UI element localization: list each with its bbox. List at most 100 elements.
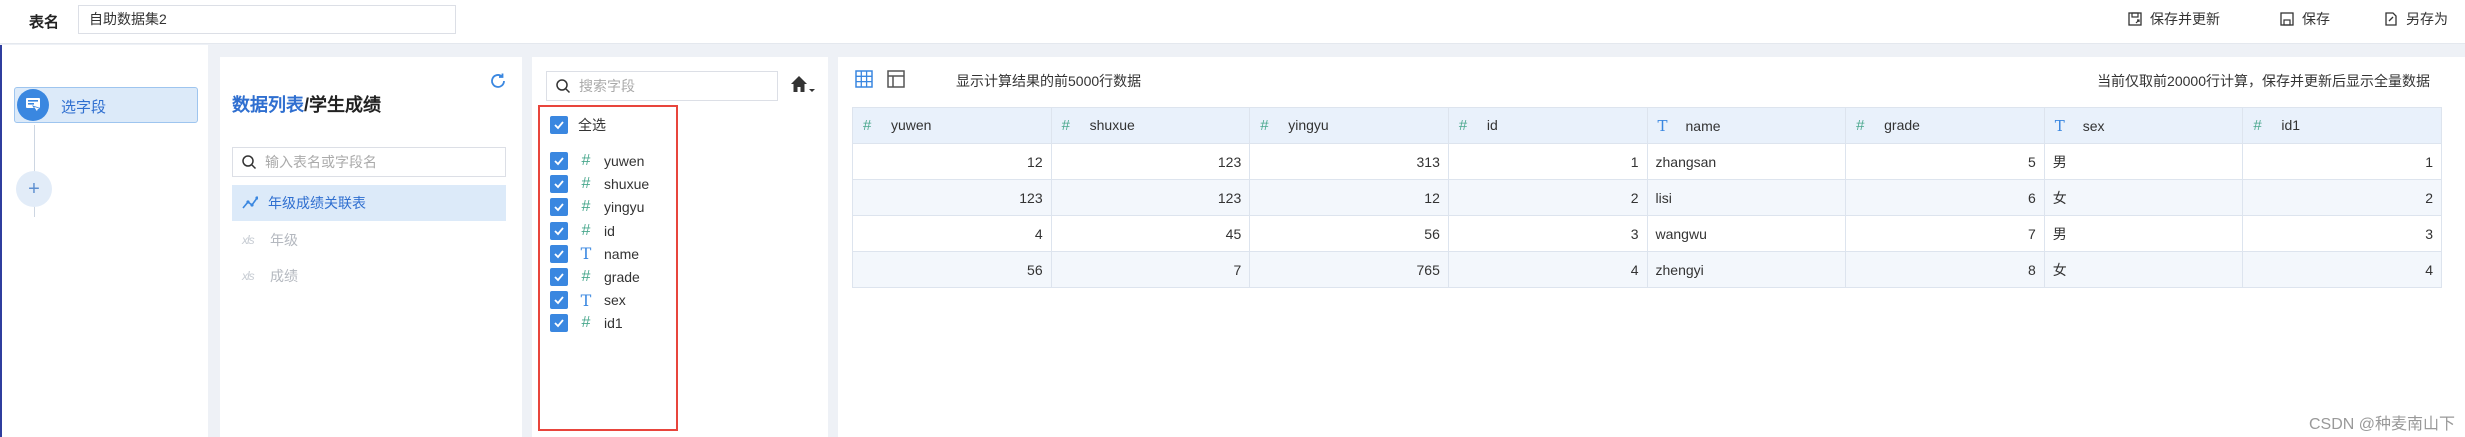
field-search-input[interactable]: 搜索字段 bbox=[546, 71, 778, 101]
number-type-icon: # bbox=[581, 221, 591, 239]
table-cell: 7 bbox=[1050, 251, 1251, 288]
table-search-placeholder: 输入表名或字段名 bbox=[265, 154, 377, 170]
table-cell: 2 bbox=[1447, 179, 1648, 216]
refresh-icon[interactable] bbox=[488, 71, 508, 91]
field-search-placeholder: 搜索字段 bbox=[579, 78, 635, 94]
table-cell: 56 bbox=[852, 251, 1052, 288]
column-header-yuwen[interactable]: # yuwen bbox=[852, 107, 1052, 144]
table-name-input[interactable]: 自助数据集2 bbox=[78, 5, 456, 34]
column-header-id[interactable]: # id bbox=[1447, 107, 1648, 144]
number-type-icon: # bbox=[581, 314, 591, 332]
column-header-shuxue[interactable]: # shuxue bbox=[1050, 107, 1251, 144]
checkbox-checked-icon bbox=[550, 268, 568, 286]
table-cell: 56 bbox=[1249, 215, 1449, 252]
table-name-label: 表名 bbox=[29, 14, 60, 31]
checkbox-checked-icon bbox=[550, 175, 568, 194]
text-type-icon: T bbox=[1657, 116, 1668, 135]
table-cell: 女 bbox=[2043, 251, 2244, 288]
text-type-icon: T bbox=[2054, 116, 2065, 135]
table-cell: 3 bbox=[2242, 215, 2442, 252]
data-list-panel: 数据列表/学生成绩 输入表名或字段名 年级成绩关联表 xls 年级 xls 成绩 bbox=[220, 57, 522, 437]
column-header-name[interactable]: Tname bbox=[1646, 107, 1847, 144]
relation-icon bbox=[242, 196, 258, 209]
table-cell: 男 bbox=[2043, 143, 2244, 180]
table-cell: 3 bbox=[1447, 215, 1648, 252]
field-label: id1 bbox=[604, 315, 623, 332]
xls-icon: xls bbox=[242, 269, 255, 283]
save-as-icon bbox=[2385, 12, 2397, 26]
save-button[interactable]: 保存 bbox=[2279, 9, 2330, 29]
save-update-label: 保存并更新 bbox=[2150, 11, 2220, 27]
layout-view-icon[interactable] bbox=[886, 69, 906, 89]
step-select-fields[interactable]: 选字段 bbox=[14, 87, 198, 123]
list-item-label: 年级成绩关联表 bbox=[268, 195, 366, 211]
table-cell: 313 bbox=[1249, 143, 1449, 180]
preview-info-text: 显示计算结果的前5000行数据 bbox=[956, 73, 1142, 89]
number-type-icon: # bbox=[1458, 117, 1468, 134]
table-cell: wangwu bbox=[1646, 215, 1847, 252]
column-label: grade bbox=[1884, 117, 1920, 133]
table-cell: 6 bbox=[1845, 179, 2045, 216]
field-checkbox-grade[interactable]: # grade bbox=[550, 265, 640, 289]
number-type-icon: # bbox=[581, 268, 591, 285]
field-label: yuwen bbox=[604, 153, 645, 169]
number-type-icon: # bbox=[863, 117, 872, 134]
table-cell: 5 bbox=[1845, 143, 2045, 180]
table-cell: 1 bbox=[2242, 143, 2442, 180]
checkbox-checked-icon bbox=[550, 291, 568, 310]
add-step-button[interactable]: + bbox=[16, 171, 52, 207]
field-label: name bbox=[604, 245, 640, 262]
field-checkbox-yingyu[interactable]: # yingyu bbox=[550, 195, 644, 219]
table-cell: 45 bbox=[1050, 215, 1251, 252]
list-item-grade-table[interactable]: xls 年级 bbox=[232, 222, 506, 258]
table-row: 4 45 56 3 wangwu 7 男 3 bbox=[852, 215, 2442, 252]
select-fields-icon bbox=[17, 89, 49, 121]
preview-table: # yuwen # shuxue # yingyu # id Tname # grade Tsex # i… bbox=[852, 107, 2442, 288]
field-label: yingyu bbox=[604, 199, 645, 216]
number-type-icon: # bbox=[1061, 117, 1070, 134]
column-header-yingyu[interactable]: # yingyu bbox=[1249, 107, 1449, 144]
field-checkbox-name[interactable]: Tname bbox=[550, 242, 639, 266]
field-checkbox-yuwen[interactable]: # yuwen bbox=[550, 149, 644, 173]
list-item-relation-table[interactable]: 年级成绩关联表 bbox=[232, 185, 506, 221]
list-item-label: 成绩 bbox=[270, 268, 298, 284]
text-type-icon: T bbox=[580, 244, 592, 264]
field-checkbox-sex[interactable]: Tsex bbox=[550, 288, 626, 312]
checkbox-checked-icon bbox=[550, 244, 568, 263]
number-type-icon: # bbox=[581, 198, 591, 216]
field-checkbox-shuxue[interactable]: # shuxue bbox=[550, 172, 649, 196]
column-header-grade[interactable]: # grade bbox=[1845, 107, 2045, 144]
text-type-icon: T bbox=[580, 290, 592, 310]
table-search-input[interactable]: 输入表名或字段名 bbox=[232, 147, 506, 177]
column-label: id bbox=[1486, 117, 1498, 133]
number-type-icon: # bbox=[2253, 117, 2262, 134]
field-panel: 搜索字段 全选 # yuwen # shuxue # yingyu # id Tname # gra… bbox=[532, 57, 828, 437]
field-checkbox-id1[interactable]: # id1 bbox=[550, 311, 623, 335]
save-as-button[interactable]: 另存为 bbox=[2383, 9, 2448, 29]
field-checkbox-id[interactable]: # id bbox=[550, 219, 615, 243]
data-list-title: 数据列表/学生成绩 bbox=[232, 91, 381, 117]
table-cell: lisi bbox=[1646, 179, 1847, 216]
column-header-id1[interactable]: # id1 bbox=[2242, 107, 2442, 144]
top-bar: 表名 自助数据集2 保存并更新 保存 另存为 bbox=[0, 0, 2465, 44]
select-all-label: 全选 bbox=[578, 117, 606, 133]
table-cell: 8 bbox=[1845, 251, 2045, 288]
table-cell: 男 bbox=[2043, 215, 2244, 252]
column-header-sex[interactable]: Tsex bbox=[2043, 107, 2244, 144]
table-cell: 123 bbox=[1050, 143, 1251, 180]
save-update-button[interactable]: 保存并更新 bbox=[2127, 9, 2220, 29]
save-as-label: 另存为 bbox=[2406, 11, 2448, 27]
data-list-link[interactable]: 数据列表 bbox=[232, 95, 304, 115]
home-dropdown-icon[interactable] bbox=[788, 73, 816, 97]
step-label: 选字段 bbox=[61, 99, 107, 116]
grid-view-icon[interactable] bbox=[854, 69, 874, 89]
save-icon bbox=[2280, 12, 2294, 26]
checkbox-checked-icon bbox=[550, 198, 568, 217]
field-label: id bbox=[604, 222, 615, 239]
list-item-score-table[interactable]: xls 成绩 bbox=[232, 258, 506, 294]
checkbox-checked-icon bbox=[550, 152, 568, 170]
column-label: shuxue bbox=[1089, 117, 1135, 133]
table-cell: 4 bbox=[1447, 251, 1648, 288]
select-all-checkbox[interactable]: 全选 bbox=[550, 113, 606, 137]
column-label: sex bbox=[2082, 117, 2105, 134]
